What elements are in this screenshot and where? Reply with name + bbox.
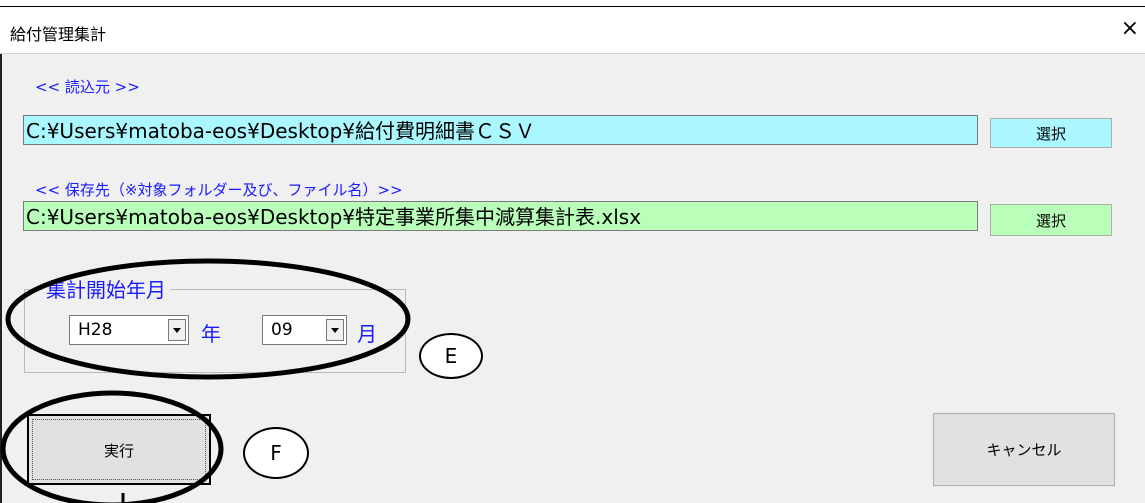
- destination-path-field[interactable]: C:¥Users¥matoba-eos¥Desktop¥特定事業所集中減算集計表…: [23, 201, 978, 231]
- month-select-value: 09: [271, 320, 293, 340]
- dialog-title: 給付管理集計: [10, 25, 107, 44]
- annotation-e-marker: E: [419, 333, 483, 379]
- execute-button[interactable]: 実行: [27, 414, 211, 485]
- dialog-left-edge: [0, 54, 2, 503]
- year-unit-label: 年: [201, 322, 221, 346]
- destination-label: << 保存先（※対象フォルダー及び、ファイル名）>>: [35, 181, 403, 199]
- source-select-button[interactable]: 選択: [990, 118, 1112, 148]
- month-select[interactable]: 09: [262, 315, 347, 345]
- period-group-label: 集計開始年月: [42, 274, 170, 303]
- year-select[interactable]: H28: [69, 315, 189, 345]
- year-select-value: H28: [78, 320, 113, 340]
- source-label: << 読込元 >>: [35, 78, 140, 96]
- background-window-strip: [0, 0, 1145, 7]
- dialog-titlebar: 給付管理集計 ×: [0, 7, 1145, 54]
- annotation-f-marker: F: [243, 427, 309, 479]
- close-icon[interactable]: ×: [1121, 17, 1139, 41]
- chevron-down-icon[interactable]: [168, 319, 186, 341]
- chevron-down-icon[interactable]: [326, 319, 344, 341]
- source-path-field[interactable]: C:¥Users¥matoba-eos¥Desktop¥給付費明細書ＣＳＶ: [23, 115, 978, 145]
- cancel-button[interactable]: キャンセル: [933, 413, 1115, 486]
- month-unit-label: 月: [357, 322, 377, 346]
- destination-select-button[interactable]: 選択: [990, 204, 1112, 236]
